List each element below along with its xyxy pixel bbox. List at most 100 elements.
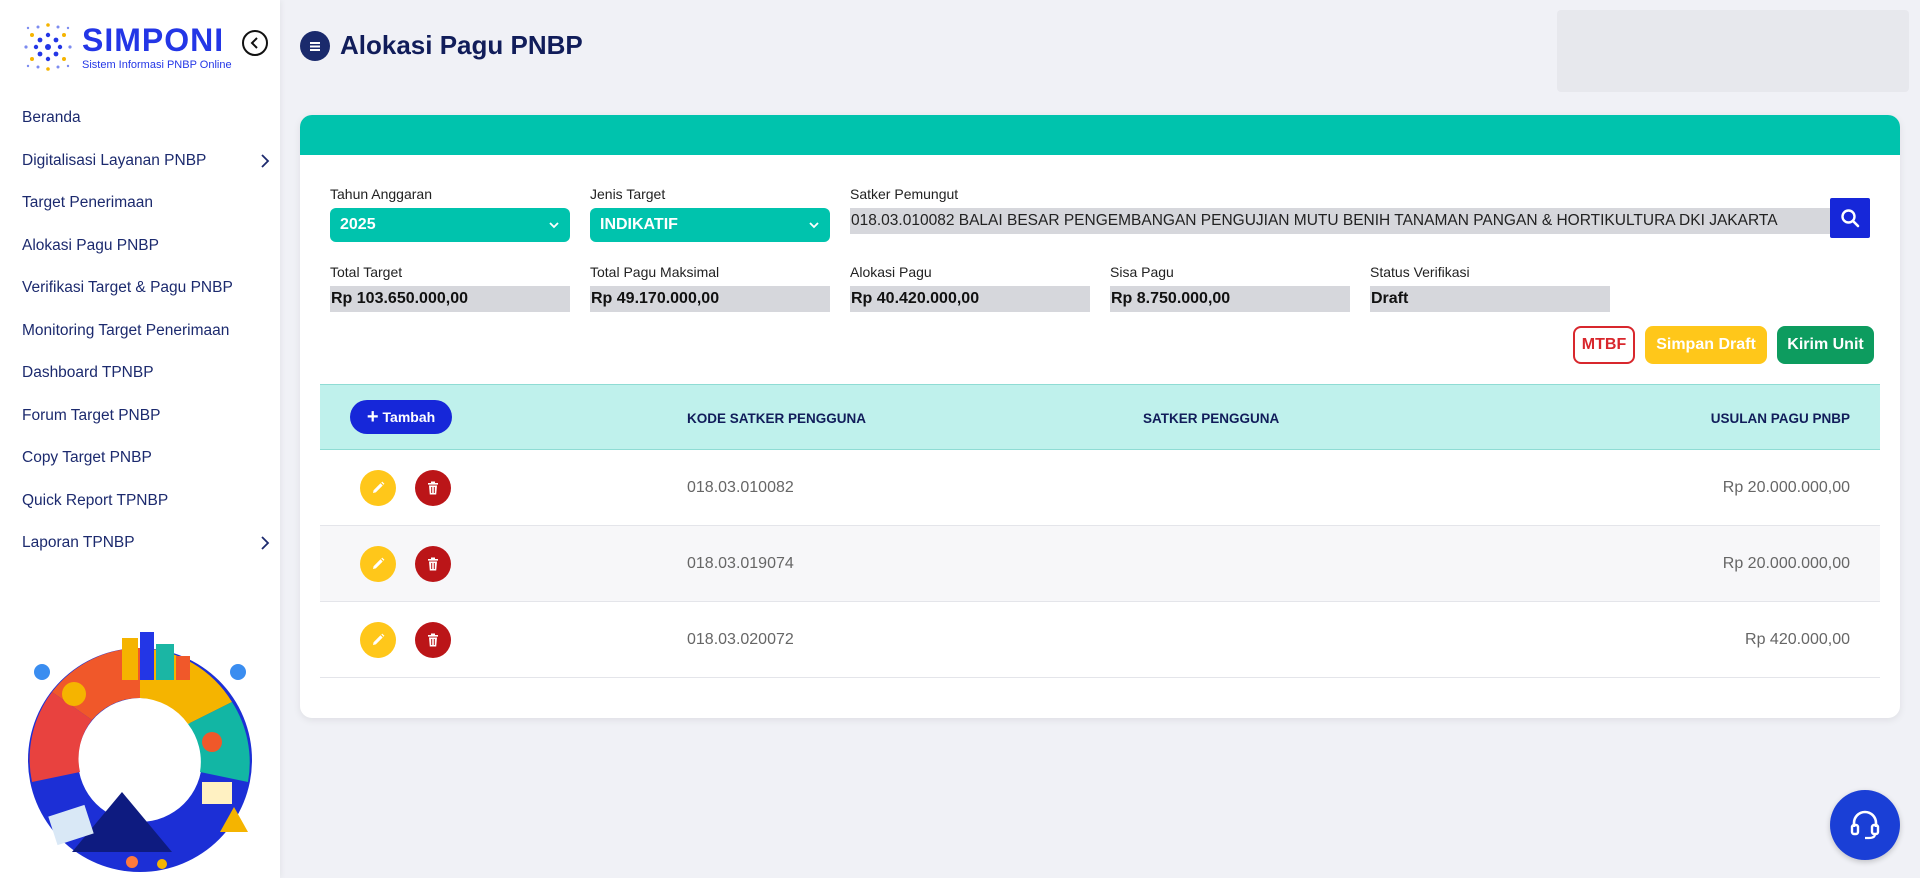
brand-subtitle: Sistem Informasi PNBP Online [82, 59, 232, 71]
sidebar-illustration [28, 632, 252, 872]
header-user-area [1557, 10, 1909, 92]
chevron-down-icon [549, 222, 559, 229]
page-header: Alokasi Pagu PNBP [300, 30, 583, 61]
kirim-unit-button[interactable]: Kirim Unit [1777, 326, 1874, 364]
delete-button[interactable] [415, 546, 451, 582]
edit-button[interactable] [360, 546, 396, 582]
sidebar-item-label: Verifikasi Target & Pagu PNBP [22, 279, 233, 297]
kode-satker-cell: 018.03.019074 [687, 555, 794, 572]
sisa-pagu-label: Sisa Pagu [1110, 264, 1174, 280]
sidebar-item-label: Dashboard TPNBP [22, 364, 154, 382]
total-pagu-maksimal-value: Rp 49.170.000,00 [590, 286, 830, 312]
card-header-bar [300, 115, 1900, 155]
edit-button[interactable] [360, 470, 396, 506]
total-pagu-maksimal-label: Total Pagu Maksimal [590, 264, 720, 280]
sidebar-item-label: Beranda [22, 109, 81, 127]
sidebar-item-label: Target Penerimaan [22, 194, 153, 212]
sidebar-item-forum[interactable]: Forum Target PNBP [0, 395, 280, 438]
sidebar-item-digitalisasi-layanan[interactable]: Digitalisasi Layanan PNBP [0, 140, 280, 183]
sidebar-item-label: Monitoring Target Penerimaan [22, 321, 230, 339]
action-buttons: MTBF Simpan Draft Kirim Unit [1573, 326, 1874, 364]
headset-icon [1850, 810, 1880, 840]
alokasi-table: + Tambah KODE SATKER PENGGUNA SATKER PEN… [320, 384, 1880, 678]
sidebar-item-alokasi-pagu[interactable]: Alokasi Pagu PNBP [0, 225, 280, 268]
sisa-pagu-value: Rp 8.750.000,00 [1110, 286, 1350, 312]
satker-pemungut-label: Satker Pemungut [850, 186, 959, 202]
status-verifikasi-label: Status Verifikasi [1370, 264, 1470, 280]
satker-pemungut-field: Satker Pemungut 018.03.010082 BALAI BESA… [850, 186, 1830, 234]
page-title: Alokasi Pagu PNBP [340, 30, 583, 60]
alokasi-card: Tahun Anggaran 2025 Jenis Target INDIKAT… [300, 115, 1900, 718]
usulan-pagu-cell: Rp 20.000.000,00 [1722, 555, 1850, 572]
status-verifikasi-value: Draft [1370, 286, 1610, 312]
sidebar-item-target-penerimaan[interactable]: Target Penerimaan [0, 182, 280, 225]
search-icon [1841, 209, 1860, 228]
column-header-kode-satker: KODE SATKER PENGGUNA [687, 410, 867, 426]
brand[interactable]: SIMPONI Sistem Informasi PNBP Online [20, 18, 232, 76]
sidebar-item-label: Forum Target PNBP [22, 406, 161, 424]
search-button[interactable] [1830, 198, 1870, 238]
table-header: + Tambah KODE SATKER PENGGUNA SATKER PEN… [320, 384, 1880, 450]
alokasi-pagu-value: Rp 40.420.000,00 [850, 286, 1090, 312]
sidebar-item-verifikasi[interactable]: Verifikasi Target & Pagu PNBP [0, 267, 280, 310]
column-header-satker-pengguna: SATKER PENGGUNA [1143, 410, 1280, 426]
sidebar-collapse-button[interactable] [242, 30, 268, 56]
sidebar-item-label: Alokasi Pagu PNBP [22, 236, 159, 254]
tambah-button[interactable]: + Tambah [350, 400, 452, 434]
sidebar-nav: Beranda Digitalisasi Layanan PNBP Target… [0, 97, 280, 565]
delete-button[interactable] [415, 470, 451, 506]
jenis-target-select[interactable]: INDIKATIF [590, 208, 830, 242]
total-target-label: Total Target [330, 264, 403, 280]
sidebar-item-label: Copy Target PNBP [22, 449, 152, 467]
sidebar-item-label: Quick Report TPNBP [22, 491, 169, 509]
tahun-anggaran-value: 2025 [340, 216, 376, 233]
chevron-right-icon [261, 154, 270, 168]
simpan-draft-button[interactable]: Simpan Draft [1645, 326, 1767, 364]
table-row: 018.03.010082 Rp 20.000.000,00 [320, 450, 1880, 526]
jenis-target-field: Jenis Target INDIKATIF [590, 186, 830, 242]
total-target-field: Total Target Rp 103.650.000,00 [330, 264, 570, 312]
sidebar-item-monitoring[interactable]: Monitoring Target Penerimaan [0, 310, 280, 353]
alokasi-pagu-field: Alokasi Pagu Rp 40.420.000,00 [850, 264, 1090, 312]
pencil-icon [373, 557, 385, 569]
help-chat-button[interactable] [1830, 790, 1900, 860]
sidebar-item-label: Digitalisasi Layanan PNBP [22, 151, 207, 169]
column-header-usulan-pagu: USULAN PAGU PNBP [1710, 410, 1850, 426]
mtbf-button[interactable]: MTBF [1573, 326, 1635, 364]
tambah-label: Tambah [382, 409, 436, 425]
sidebar-item-copy-target[interactable]: Copy Target PNBP [0, 437, 280, 480]
logo-dots-icon [24, 23, 72, 71]
status-verifikasi-field: Status Verifikasi Draft [1370, 264, 1610, 312]
edit-button[interactable] [360, 622, 396, 658]
table-row: 018.03.020072 Rp 420.000,00 [320, 602, 1880, 678]
usulan-pagu-cell: Rp 20.000.000,00 [1722, 479, 1850, 496]
chevron-right-icon [261, 536, 270, 550]
satker-pemungut-input[interactable]: 018.03.010082 BALAI BESAR PENGEMBANGAN P… [850, 208, 1830, 234]
sidebar-item-dashboard[interactable]: Dashboard TPNBP [0, 352, 280, 395]
pencil-icon [373, 633, 385, 645]
tahun-anggaran-select[interactable]: 2025 [330, 208, 570, 242]
table-row: 018.03.019074 Rp 20.000.000,00 [320, 526, 1880, 602]
brand-name: SIMPONI [82, 22, 225, 58]
trash-icon [428, 481, 438, 495]
kode-satker-cell: 018.03.020072 [687, 631, 794, 648]
sisa-pagu-field: Sisa Pagu Rp 8.750.000,00 [1110, 264, 1350, 312]
alokasi-pagu-label: Alokasi Pagu [850, 264, 932, 280]
list-icon [300, 30, 330, 61]
tahun-anggaran-field: Tahun Anggaran 2025 [330, 186, 570, 242]
plus-icon: + [366, 406, 379, 428]
sidebar: SIMPONI Sistem Informasi PNBP Online Ber… [0, 0, 280, 878]
total-pagu-maksimal-field: Total Pagu Maksimal Rp 49.170.000,00 [590, 264, 830, 312]
kode-satker-cell: 018.03.010082 [687, 479, 794, 496]
sidebar-item-quick-report[interactable]: Quick Report TPNBP [0, 480, 280, 523]
delete-button[interactable] [415, 622, 451, 658]
chevron-down-icon [809, 222, 819, 229]
trash-icon [428, 633, 438, 647]
total-target-value: Rp 103.650.000,00 [330, 286, 570, 312]
chevron-left-icon [250, 37, 258, 49]
jenis-target-value: INDIKATIF [600, 216, 678, 233]
sidebar-item-laporan[interactable]: Laporan TPNBP [0, 522, 280, 565]
sidebar-item-beranda[interactable]: Beranda [0, 97, 280, 140]
usulan-pagu-cell: Rp 420.000,00 [1745, 631, 1850, 648]
trash-icon [428, 557, 438, 571]
